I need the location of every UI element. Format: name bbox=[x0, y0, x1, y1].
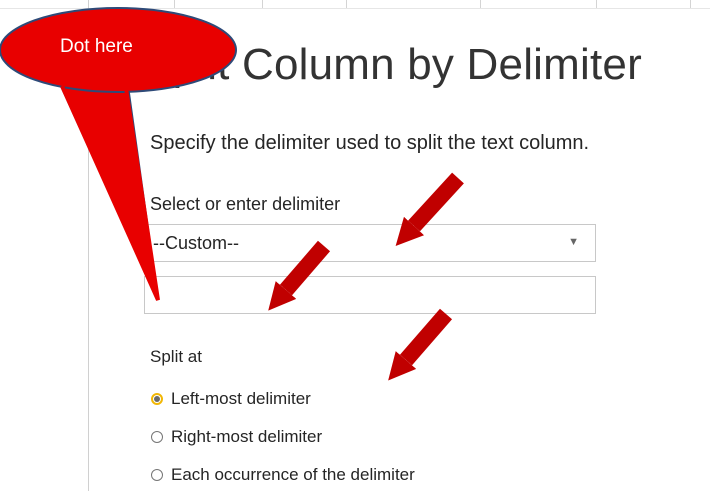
callout-text: Dot here bbox=[60, 36, 133, 57]
annotation-layer bbox=[0, 7, 464, 381]
arrow-down-left-icon bbox=[268, 240, 331, 311]
arrow-down-left-icon bbox=[388, 308, 453, 381]
arrow-down-left-icon bbox=[395, 172, 464, 247]
